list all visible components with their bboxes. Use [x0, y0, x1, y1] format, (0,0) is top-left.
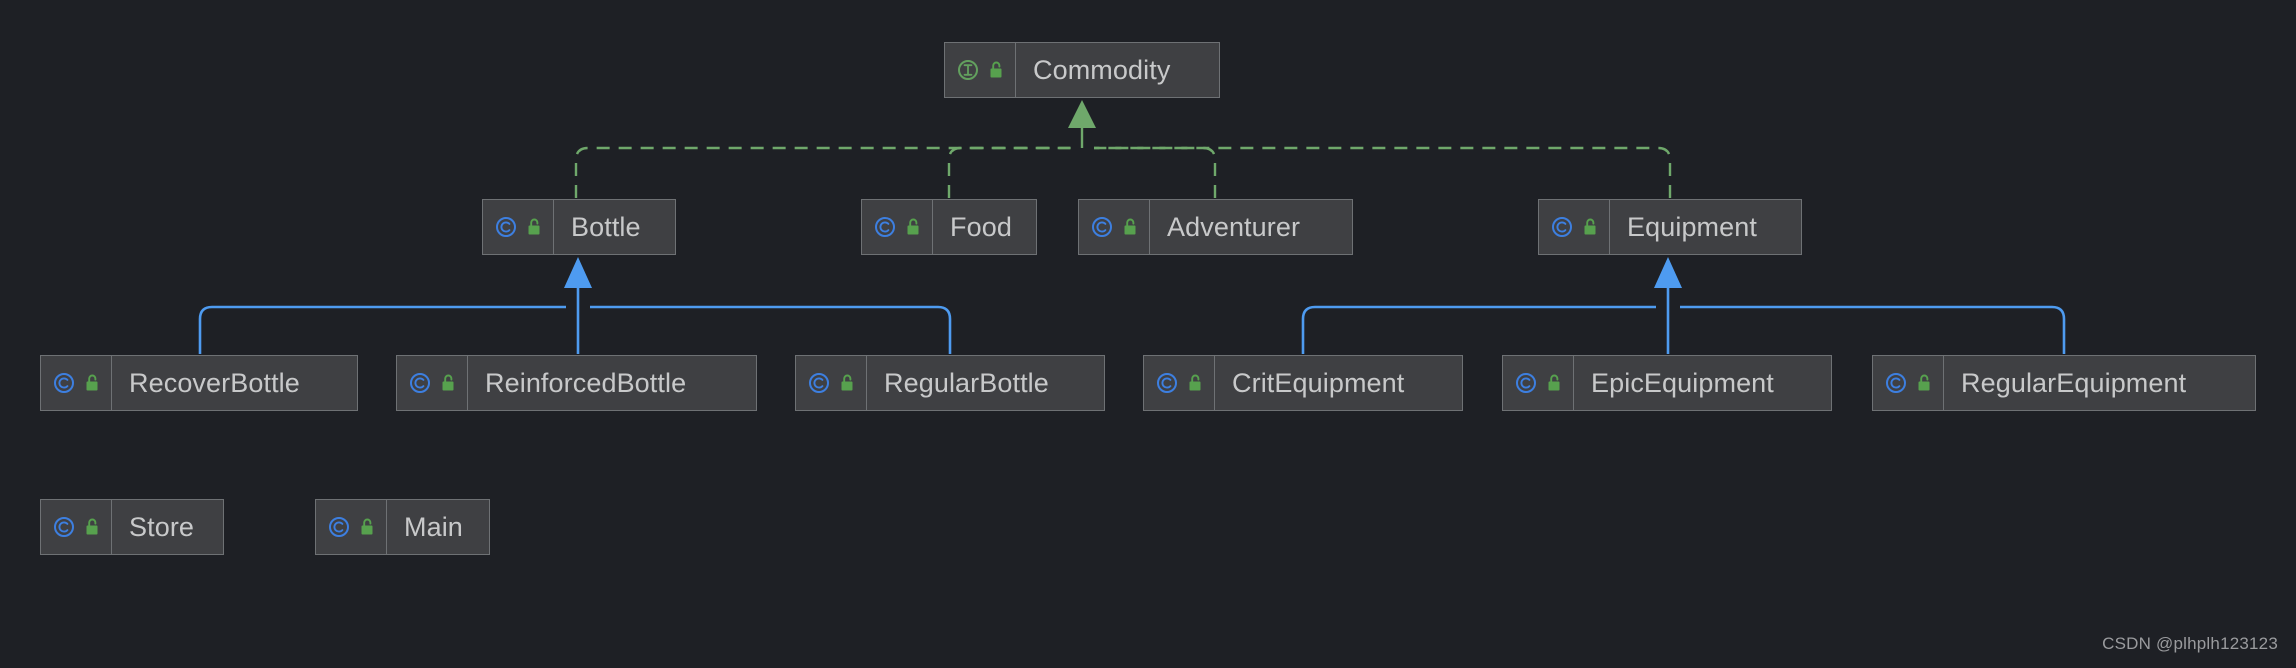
- node-icon-gutter: [1873, 356, 1944, 410]
- node-icon-gutter: [1539, 200, 1610, 254]
- unlocked-public-icon: [904, 217, 923, 237]
- uml-node-bottle[interactable]: Bottle: [482, 199, 676, 255]
- unlocked-public-icon: [525, 217, 544, 237]
- uml-node-regularbottle[interactable]: RegularBottle: [795, 355, 1105, 411]
- uml-node-label: Store: [129, 511, 195, 542]
- class-icon: [1090, 215, 1114, 239]
- uml-node-equipment[interactable]: Equipment: [1538, 199, 1802, 255]
- uml-class-diagram: Commodity Bottle Food Adventurer Equipment Re…: [0, 0, 2296, 668]
- unlocked-public-icon: [1121, 217, 1140, 237]
- uml-node-reinforcedbottle[interactable]: ReinforcedBottle: [396, 355, 757, 411]
- interface-icon: [956, 58, 980, 82]
- node-layer: Commodity Bottle Food Adventurer Equipment Re…: [0, 0, 2296, 668]
- node-icon-gutter: [483, 200, 554, 254]
- node-icon-gutter: [41, 500, 112, 554]
- node-icon-gutter: [945, 43, 1016, 97]
- node-icon-gutter: [862, 200, 933, 254]
- class-icon: [494, 215, 518, 239]
- uml-node-label: Bottle: [571, 211, 641, 242]
- unlocked-public-icon: [83, 373, 102, 393]
- uml-node-food[interactable]: Food: [861, 199, 1037, 255]
- node-icon-gutter: [796, 356, 867, 410]
- class-icon: [1550, 215, 1574, 239]
- uml-node-recoverbottle[interactable]: RecoverBottle: [40, 355, 358, 411]
- uml-node-label: RecoverBottle: [129, 367, 300, 398]
- uml-node-label: Commodity: [1033, 54, 1171, 85]
- class-icon: [1884, 371, 1908, 395]
- uml-node-label: RegularEquipment: [1961, 367, 2187, 398]
- unlocked-public-icon: [1186, 373, 1205, 393]
- class-icon: [408, 371, 432, 395]
- node-icon-gutter: [1079, 200, 1150, 254]
- node-icon-gutter: [41, 356, 112, 410]
- node-icon-gutter: [397, 356, 468, 410]
- uml-node-critequipment[interactable]: CritEquipment: [1143, 355, 1463, 411]
- uml-node-commodity[interactable]: Commodity: [944, 42, 1220, 98]
- class-icon: [1514, 371, 1538, 395]
- watermark: CSDN @plhplh123123: [2102, 634, 2278, 653]
- class-icon: [52, 515, 76, 539]
- class-icon: [327, 515, 351, 539]
- uml-node-label: EpicEquipment: [1591, 367, 1774, 398]
- node-icon-gutter: [316, 500, 387, 554]
- uml-node-label: ReinforcedBottle: [485, 367, 687, 398]
- uml-node-label: Equipment: [1627, 211, 1757, 242]
- class-icon: [807, 371, 831, 395]
- uml-node-epicequipment[interactable]: EpicEquipment: [1502, 355, 1832, 411]
- uml-node-adventurer[interactable]: Adventurer: [1078, 199, 1353, 255]
- uml-node-main[interactable]: Main: [315, 499, 490, 555]
- class-icon: [52, 371, 76, 395]
- uml-node-label: Adventurer: [1167, 211, 1301, 242]
- unlocked-public-icon: [83, 517, 102, 537]
- unlocked-public-icon: [1545, 373, 1564, 393]
- node-icon-gutter: [1503, 356, 1574, 410]
- uml-node-label: RegularBottle: [884, 367, 1049, 398]
- uml-node-label: CritEquipment: [1232, 367, 1405, 398]
- uml-node-label: Food: [950, 211, 1012, 242]
- unlocked-public-icon: [987, 60, 1006, 80]
- class-icon: [873, 215, 897, 239]
- class-icon: [1155, 371, 1179, 395]
- node-icon-gutter: [1144, 356, 1215, 410]
- uml-node-store[interactable]: Store: [40, 499, 224, 555]
- unlocked-public-icon: [439, 373, 458, 393]
- uml-node-regularequipment[interactable]: RegularEquipment: [1872, 355, 2256, 411]
- unlocked-public-icon: [838, 373, 857, 393]
- unlocked-public-icon: [1581, 217, 1600, 237]
- uml-node-label: Main: [404, 511, 463, 542]
- unlocked-public-icon: [1915, 373, 1934, 393]
- unlocked-public-icon: [358, 517, 377, 537]
